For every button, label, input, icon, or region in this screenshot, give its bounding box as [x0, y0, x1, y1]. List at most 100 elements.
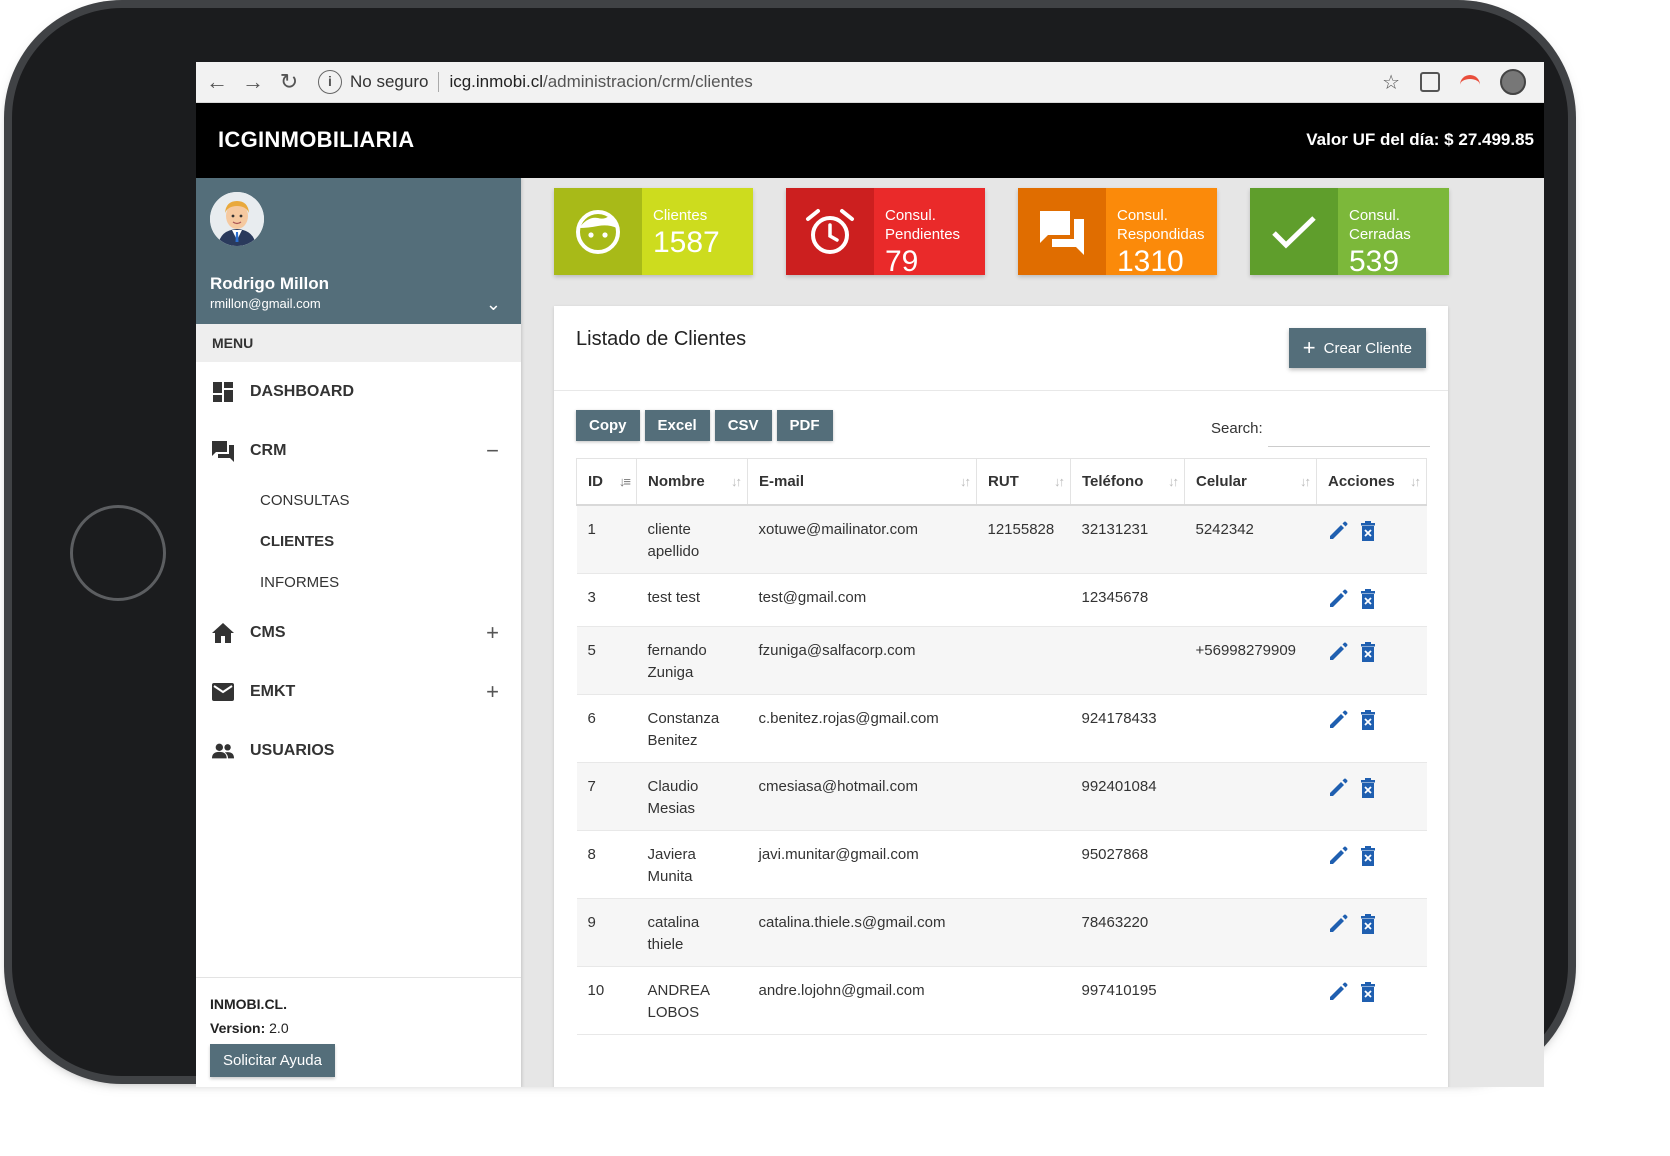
edit-pencil-icon[interactable] [1328, 710, 1348, 737]
profile-avatar-icon[interactable] [1500, 69, 1526, 95]
stat-pendientes[interactable]: Consul. Pendientes 79 [786, 188, 985, 278]
cell-nombre[interactable]: Claudio Mesias [636, 762, 748, 831]
stat-respondidas[interactable]: Consul. Respondidas 1310 [1018, 188, 1217, 278]
sort-icon[interactable]: ↓↑ [1410, 474, 1421, 489]
pdf-button[interactable]: PDF [776, 410, 833, 441]
cell-telefono[interactable]: 95027868 [1070, 830, 1185, 899]
forward-arrow-icon[interactable]: → [238, 69, 268, 95]
cell-rut [976, 830, 1071, 899]
cell-telefono[interactable]: 12345678 [1070, 573, 1185, 627]
sidebar-item-label: EMKT [250, 682, 296, 700]
edit-pencil-icon[interactable] [1328, 521, 1348, 548]
cell-telefono[interactable]: 32131231 [1070, 505, 1185, 574]
cell-telefono[interactable]: 992401084 [1070, 762, 1185, 831]
cell-nombre[interactable]: fernando Zuniga [636, 626, 748, 695]
stat-value: 539 [1349, 245, 1400, 278]
cell-id: 8 [576, 830, 637, 899]
cell-telefono[interactable]: 997410195 [1070, 966, 1185, 1035]
column-header-rut[interactable]: RUT ↓↑ [976, 458, 1071, 506]
column-header-celular[interactable]: Celular ↓↑ [1184, 458, 1317, 506]
delete-trash-icon[interactable] [1360, 642, 1376, 669]
sort-icon[interactable]: ↓↑ [1168, 474, 1179, 489]
column-header-id[interactable]: ID ↓≡ [576, 458, 637, 506]
cell-email[interactable]: javi.munitar@gmail.com [747, 830, 977, 899]
cell-nombre[interactable]: Javiera Munita [636, 830, 748, 899]
delete-trash-icon[interactable] [1360, 710, 1376, 737]
extension-rainbow-icon[interactable] [1460, 75, 1480, 89]
delete-trash-icon[interactable] [1360, 982, 1376, 1009]
sidebar-subitem-informes[interactable]: INFORMES [196, 562, 521, 603]
column-header-telefono[interactable]: Teléfono ↓↑ [1070, 458, 1185, 506]
table-row: 8 Javiera Munita javi.munitar@gmail.com 950… [576, 830, 1427, 899]
sort-icon[interactable]: ↓↑ [731, 474, 742, 489]
delete-trash-icon[interactable] [1360, 778, 1376, 805]
cell-nombre[interactable]: Constanza Benitez [636, 694, 748, 763]
sidebar-item-usuarios[interactable]: USUARIOS [196, 721, 521, 780]
stat-clientes[interactable]: Clientes 1587 [554, 188, 753, 275]
help-button[interactable]: Solicitar Ayuda [210, 1044, 335, 1077]
edit-pencil-icon[interactable] [1328, 589, 1348, 616]
delete-trash-icon[interactable] [1360, 589, 1376, 616]
cell-email[interactable]: fzuniga@salfacorp.com [747, 626, 977, 695]
expand-plus-icon[interactable]: + [486, 679, 499, 705]
cell-telefono[interactable]: 78463220 [1070, 898, 1185, 967]
create-client-button[interactable]: + Crear Cliente [1288, 328, 1426, 368]
edit-pencil-icon[interactable] [1328, 914, 1348, 941]
cell-nombre[interactable]: test test [636, 573, 748, 627]
delete-trash-icon[interactable] [1360, 521, 1376, 548]
sort-icon[interactable]: ↓↑ [1300, 474, 1311, 489]
stat-cerradas[interactable]: Consul. Cerradas 539 [1250, 188, 1449, 278]
cell-id: 3 [576, 573, 637, 627]
edit-pencil-icon[interactable] [1328, 982, 1348, 1009]
edit-pencil-icon[interactable] [1328, 846, 1348, 873]
sort-icon[interactable]: ↓↑ [1054, 474, 1065, 489]
cell-telefono[interactable]: 924178433 [1070, 694, 1185, 763]
search-input[interactable] [1268, 414, 1430, 447]
plus-icon: + [1302, 335, 1316, 360]
column-header-nombre[interactable]: Nombre ↓↑ [636, 458, 748, 506]
delete-trash-icon[interactable] [1360, 846, 1376, 873]
bookmark-star-icon[interactable]: ☆ [1382, 70, 1400, 95]
address-bar[interactable]: i No seguro icg.inmobi.cl/administracion… [318, 67, 1382, 97]
footer-site: INMOBI.CL. [210, 996, 287, 1012]
column-header-acciones[interactable]: Acciones ↓↑ [1316, 458, 1427, 506]
edit-pencil-icon[interactable] [1328, 642, 1348, 669]
reload-icon[interactable]: ↻ [274, 69, 304, 95]
info-icon[interactable]: i [318, 70, 342, 94]
cell-email[interactable]: test@gmail.com [747, 573, 977, 627]
table-row: 6 Constanza Benitez c.benitez.rojas@gmail.… [576, 694, 1427, 763]
sort-icon[interactable]: ↓↑ [960, 474, 971, 489]
copy-button[interactable]: Copy [576, 410, 640, 441]
home-button[interactable] [70, 505, 166, 601]
cell-nombre[interactable]: ANDREA LOBOS [636, 966, 748, 1035]
url-text[interactable]: icg.inmobi.cl/administracion/crm/cliente… [449, 72, 752, 92]
chevron-down-icon[interactable]: ⌄ [486, 294, 501, 315]
cell-email[interactable]: c.benitez.rojas@gmail.com [747, 694, 977, 763]
sort-asc-icon[interactable]: ↓≡ [619, 474, 631, 489]
cell-email[interactable]: catalina.thiele.s@gmail.com [747, 898, 977, 967]
extension-icon[interactable] [1420, 72, 1440, 92]
column-header-email[interactable]: E-mail ↓↑ [747, 458, 977, 506]
sidebar-item-dashboard[interactable]: DASHBOARD [196, 362, 521, 421]
sidebar-item-crm[interactable]: CRM − [196, 421, 521, 480]
cell-telefono[interactable] [1070, 626, 1185, 695]
excel-button[interactable]: Excel [644, 410, 710, 441]
cell-email[interactable]: xotuwe@mailinator.com [747, 505, 977, 574]
sidebar-subitem-clientes[interactable]: CLIENTES [196, 521, 521, 562]
back-arrow-icon[interactable]: ← [202, 69, 232, 95]
cell-nombre[interactable]: catalina thiele [636, 898, 748, 967]
cell-acciones [1316, 694, 1427, 763]
sidebar-item-emkt[interactable]: EMKT + [196, 662, 521, 721]
csv-button[interactable]: CSV [714, 410, 772, 441]
delete-trash-icon[interactable] [1360, 914, 1376, 941]
cell-nombre[interactable]: cliente apellido [636, 505, 748, 574]
user-name: Rodrigo Millon [210, 274, 329, 293]
brand-title[interactable]: ICGINMOBILIARIA [218, 127, 414, 153]
collapse-minus-icon[interactable]: − [486, 438, 499, 464]
cell-email[interactable]: andre.lojohn@gmail.com [747, 966, 977, 1035]
expand-plus-icon[interactable]: + [486, 620, 499, 646]
cell-email[interactable]: cmesiasa@hotmail.com [747, 762, 977, 831]
edit-pencil-icon[interactable] [1328, 778, 1348, 805]
sidebar-subitem-consultas[interactable]: CONSULTAS [196, 480, 521, 521]
sidebar-item-cms[interactable]: CMS + [196, 603, 521, 662]
